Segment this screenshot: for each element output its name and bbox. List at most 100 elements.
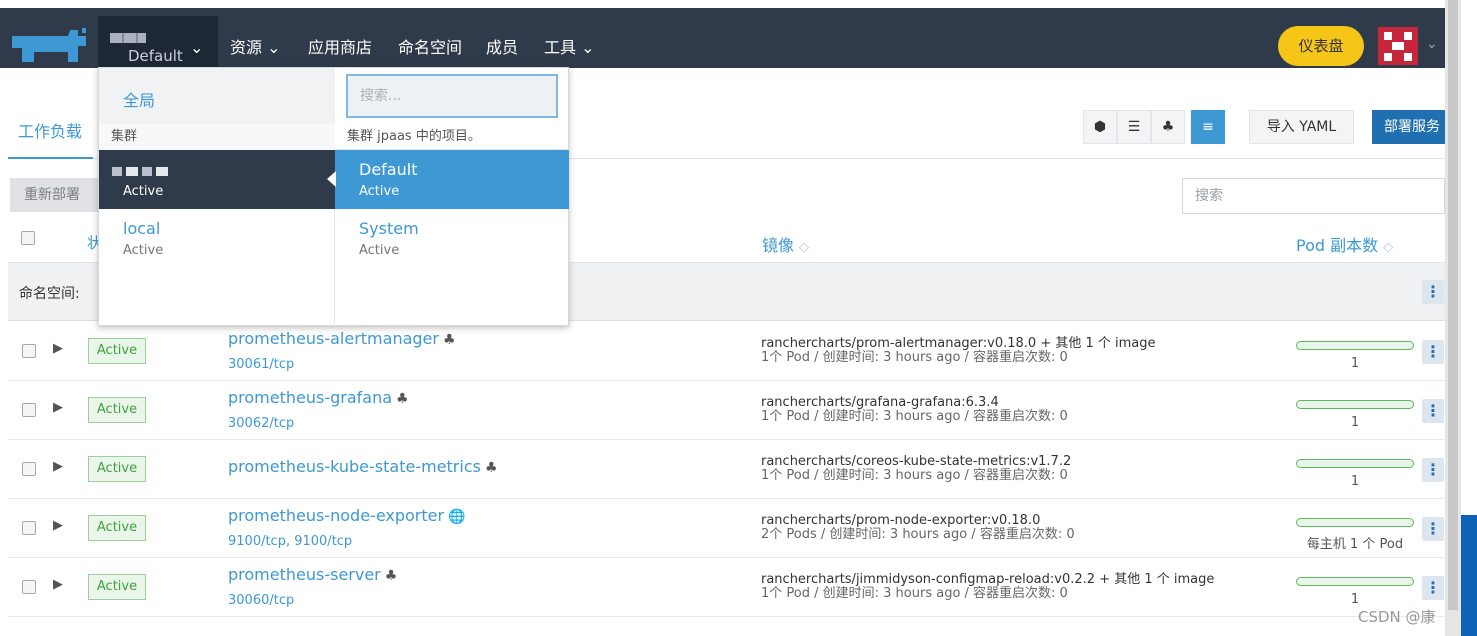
workload-name-link[interactable]: prometheus-node-exporter 🌐 — [228, 506, 466, 525]
nav-tools[interactable]: 工具 ⌄ — [544, 34, 595, 58]
rancher-logo-icon[interactable] — [8, 28, 90, 68]
kebab-menu-icon[interactable]: ⋮ — [1422, 399, 1444, 423]
pod-scale-bar — [1296, 459, 1414, 468]
search-input[interactable]: 搜索 — [1182, 178, 1445, 214]
workload-icon: ♣ — [384, 568, 398, 584]
pod-count: 1 — [1350, 415, 1360, 430]
pod-scale-bar — [1296, 577, 1414, 586]
table-row[interactable]: ▶ Active prometheus-server ♣ 30060/tcp ranche… — [8, 558, 1445, 617]
image-name: ranchercharts/grafana-grafana:6.3.4 — [761, 395, 999, 410]
workload-name-link[interactable]: prometheus-kube-state-metrics ♣ — [228, 457, 498, 476]
workload-icon: ♣ — [442, 332, 456, 348]
kebab-menu-icon[interactable]: ⋮ — [1422, 340, 1444, 364]
dashboard-button[interactable]: 仪表盘 — [1278, 26, 1364, 66]
view-group-icon[interactable]: ♣ — [1151, 110, 1185, 144]
workload-icon: ♣ — [396, 391, 409, 407]
cluster-status: Active — [123, 184, 164, 199]
dropdown-search-input[interactable]: 搜索... — [346, 74, 558, 118]
workload-name-link[interactable]: prometheus-server ♣ — [228, 565, 397, 584]
chevron-down-icon: ⌄ — [267, 38, 281, 57]
import-yaml-button[interactable]: 导入 YAML — [1249, 110, 1354, 144]
expand-row-icon[interactable]: ▶ — [53, 341, 63, 356]
clusters-header: 集群 — [99, 124, 335, 150]
scrollbar-thumb[interactable] — [1448, 0, 1458, 610]
select-all-checkbox[interactable] — [21, 231, 35, 245]
project-status: Active — [359, 184, 400, 199]
tab-workloads[interactable]: 工作负载 — [18, 118, 82, 142]
cluster-project-dropdown: 全局 集群 Active local Active 搜索... 集群 jpaas… — [98, 67, 570, 327]
row-checkbox[interactable] — [22, 462, 36, 476]
selection-arrow — [327, 171, 336, 187]
redeploy-button[interactable]: 重新部署 — [10, 178, 105, 212]
column-header-pods[interactable]: Pod 副本数 ◇ — [1296, 232, 1393, 256]
pod-count: 1 — [1350, 474, 1360, 489]
port-link[interactable]: 30060/tcp — [228, 593, 294, 608]
project-item-default[interactable]: Default Active — [335, 150, 569, 209]
sort-icon: ◇ — [799, 240, 810, 255]
row-checkbox[interactable] — [22, 580, 36, 594]
workload-meta: 1个 Pod / 创建时间: 3 hours ago / 容器重启次数: 0 — [761, 409, 1068, 424]
workload-meta: 2个 Pods / 创建时间: 3 hours ago / 容器重启次数: 0 — [761, 527, 1075, 542]
pod-count: 每主机 1 个 Pod — [1306, 537, 1404, 552]
nav-namespaces[interactable]: 命名空间 — [398, 34, 462, 58]
workload-name-link[interactable]: prometheus-alertmanager ♣ — [228, 329, 456, 348]
workload-name-link[interactable]: prometheus-grafana ♣ — [228, 388, 409, 407]
deploy-service-button[interactable]: 部署服务 — [1372, 110, 1452, 144]
image-name: ranchercharts/prom-alertmanager:v0.18.0 … — [761, 336, 1156, 351]
image-name: ranchercharts/prom-node-exporter:v0.18.0 — [761, 513, 1041, 528]
table-row[interactable]: ▶ Active prometheus-grafana ♣ 30062/tcp ranch… — [8, 381, 1445, 440]
status-badge: Active — [88, 515, 146, 541]
global-option[interactable]: 全局 — [99, 68, 335, 124]
image-name: ranchercharts/jimmidyson-configmap-reloa… — [761, 572, 1215, 587]
project-status: Active — [359, 243, 400, 258]
nav-resources[interactable]: 资源 ⌄ — [230, 34, 281, 58]
kebab-menu-icon[interactable]: ⋮ — [1422, 576, 1444, 600]
kebab-menu-icon[interactable]: ⋮ — [1422, 517, 1444, 541]
pod-count: 1 — [1350, 592, 1360, 607]
pod-count: 1 — [1350, 356, 1360, 371]
row-checkbox[interactable] — [22, 521, 36, 535]
expand-row-icon[interactable]: ▶ — [53, 577, 63, 592]
adjacent-window-accent — [1461, 515, 1477, 636]
watermark: CSDN @康 — [1358, 608, 1436, 626]
chevron-down-icon[interactable]: ⌄ — [1426, 36, 1438, 52]
kebab-menu-icon[interactable]: ⋮ — [1422, 458, 1444, 482]
view-list-icon[interactable]: ☰ — [1117, 110, 1151, 144]
status-badge: Active — [88, 456, 146, 482]
chevron-down-icon: ⌄ — [190, 38, 204, 57]
cluster-item-selected[interactable]: Active — [99, 150, 335, 209]
pod-scale-bar — [1296, 518, 1414, 527]
nav-app-store[interactable]: 应用商店 — [308, 34, 372, 58]
column-header-image[interactable]: 镜像 ◇ — [762, 232, 809, 256]
cluster-item-local[interactable]: local Active — [99, 209, 335, 268]
cluster-list: 全局 集群 Active local Active — [99, 68, 335, 327]
cluster-status: Active — [123, 243, 164, 258]
workload-meta: 1个 Pod / 创建时间: 3 hours ago / 容器重启次数: 0 — [761, 468, 1068, 483]
table-row[interactable]: ▶ Active prometheus-alertmanager ♣ 30061/tcp… — [8, 322, 1445, 381]
scrollbar[interactable] — [1445, 0, 1461, 636]
nav-members[interactable]: 成员 — [486, 34, 518, 58]
port-link[interactable]: 9100/tcp, 9100/tcp — [228, 534, 352, 549]
user-avatar[interactable] — [1378, 27, 1418, 65]
expand-row-icon[interactable]: ▶ — [53, 518, 63, 533]
project-item-system[interactable]: System Active — [335, 209, 569, 268]
expand-row-icon[interactable]: ▶ — [53, 400, 63, 415]
row-checkbox[interactable] — [22, 344, 36, 358]
image-name: ranchercharts/coreos-kube-state-metrics:… — [761, 454, 1072, 469]
view-node-icon[interactable]: ⬢ — [1083, 110, 1117, 144]
port-link[interactable]: 30062/tcp — [228, 416, 294, 431]
table-row[interactable]: ▶ Active prometheus-kube-state-metrics ♣ ran… — [8, 440, 1445, 499]
table-row[interactable]: ▶ Active prometheus-node-exporter 🌐 9100/tcp… — [8, 499, 1445, 558]
workload-icon: ♣ — [484, 460, 498, 476]
row-checkbox[interactable] — [22, 403, 36, 417]
cluster-name: local — [123, 219, 161, 238]
port-link[interactable]: 30061/tcp — [228, 357, 294, 372]
pod-scale-bar — [1296, 400, 1414, 409]
sort-icon: ◇ — [1383, 240, 1394, 255]
adjacent-window-edge — [1461, 0, 1477, 636]
globe-icon: 🌐 — [448, 509, 466, 525]
cluster-name-redacted — [110, 33, 146, 43]
kebab-menu-icon[interactable]: ⋮ — [1422, 280, 1444, 304]
expand-row-icon[interactable]: ▶ — [53, 459, 63, 474]
view-namespace-list-icon[interactable]: ≡ — [1191, 110, 1225, 144]
